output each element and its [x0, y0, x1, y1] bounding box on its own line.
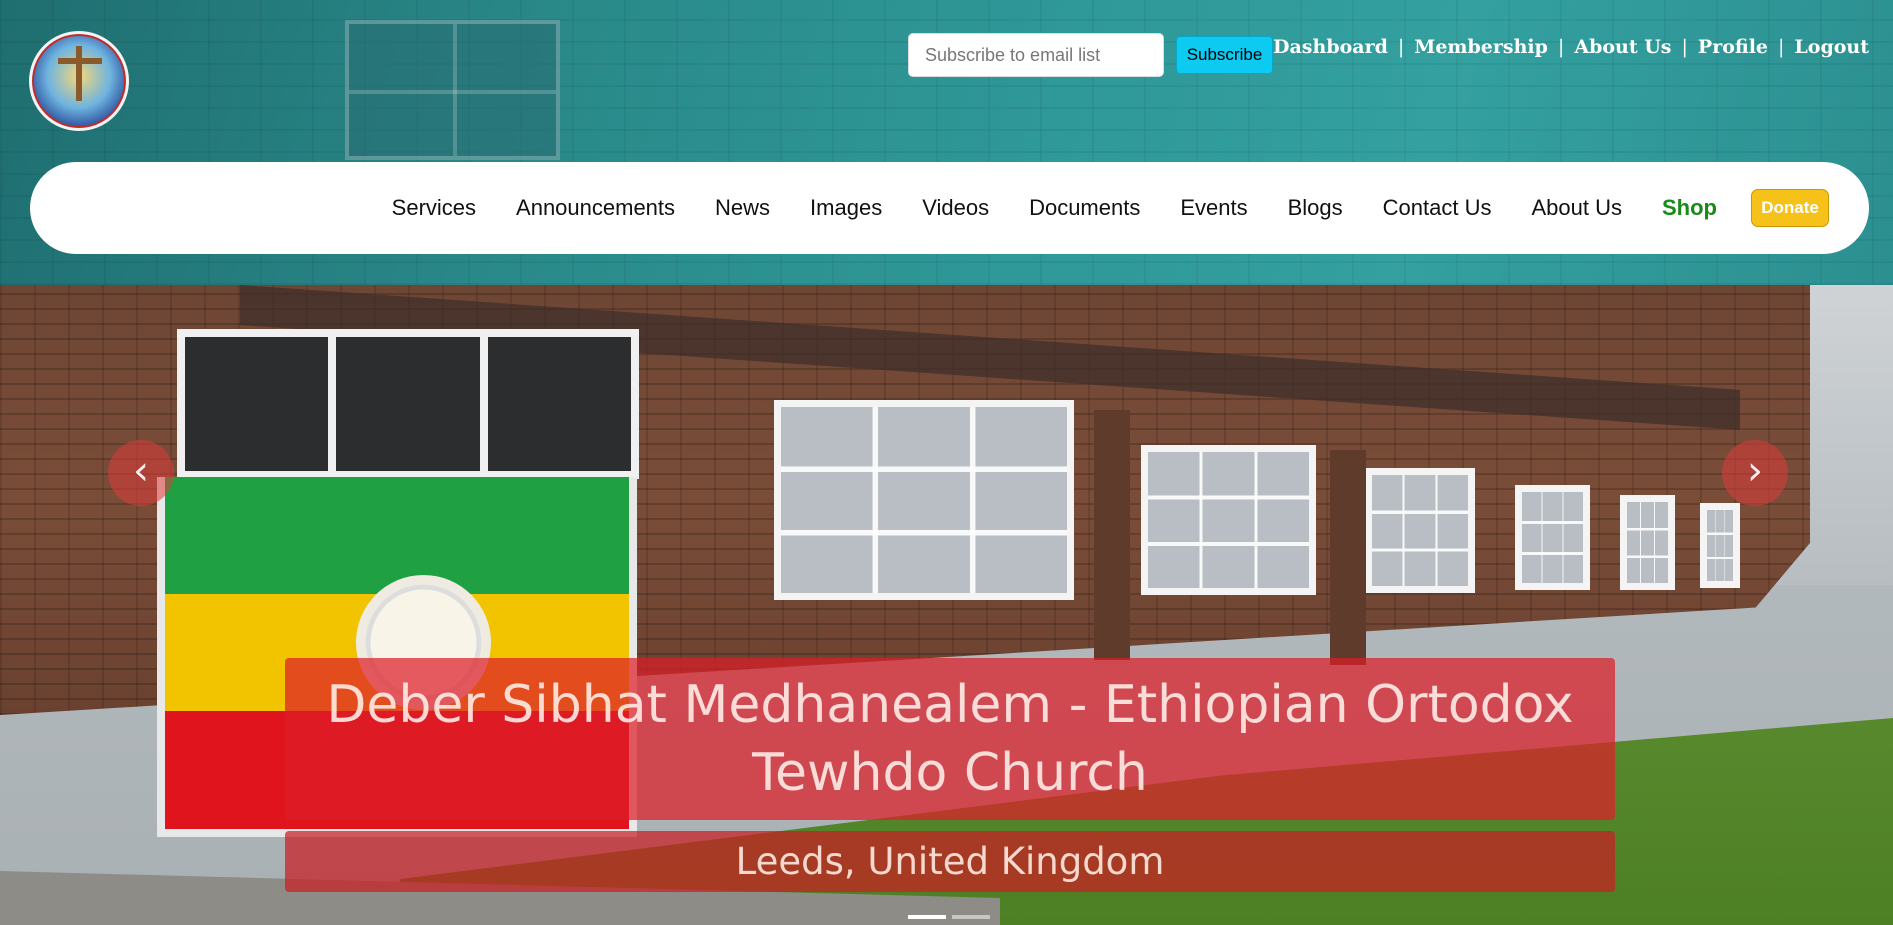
hero-title: Deber Sibhat Medhanealem - Ethiopian Ort…: [326, 675, 1574, 803]
carousel-prev-icon[interactable]: ‹: [108, 440, 174, 506]
hero-window: [1365, 468, 1475, 593]
about-us-top-link[interactable]: About Us: [1574, 36, 1671, 58]
link-separator: |: [1557, 36, 1565, 58]
nav-item-documents[interactable]: Documents: [1029, 195, 1140, 221]
link-separator: |: [1778, 36, 1785, 58]
nav-item-images[interactable]: Images: [810, 195, 882, 221]
donate-button[interactable]: Donate: [1751, 189, 1829, 227]
church-logo-icon[interactable]: [29, 31, 129, 131]
main-nav: Services Announcements News Images Video…: [30, 162, 1869, 254]
carousel-next-icon[interactable]: ›: [1722, 440, 1788, 506]
nav-item-events[interactable]: Events: [1180, 195, 1247, 221]
nav-item-videos[interactable]: Videos: [922, 195, 989, 221]
hero-pillar: [1330, 450, 1366, 665]
hero-pillar: [1094, 410, 1130, 660]
nav-item-announcements[interactable]: Announcements: [516, 195, 675, 221]
hero-carousel: ‹ ›: [0, 285, 1893, 925]
logout-link[interactable]: Logout: [1794, 36, 1869, 58]
subscribe-email-input[interactable]: [908, 33, 1164, 77]
nav-item-services[interactable]: Services: [392, 195, 476, 221]
hero-subtitle: Leeds, United Kingdom: [735, 840, 1165, 883]
carousel-indicator[interactable]: [952, 915, 990, 919]
carousel-indicators: [908, 915, 990, 919]
hero-window: [1515, 485, 1590, 590]
hero-window: [1141, 445, 1316, 595]
carousel-indicator[interactable]: [908, 915, 946, 919]
account-links: Dashboard | Membership | About Us | Prof…: [1273, 36, 1869, 58]
hero-title-box: Deber Sibhat Medhanealem - Ethiopian Ort…: [285, 658, 1615, 820]
nav-item-about-us[interactable]: About Us: [1532, 195, 1623, 221]
link-separator: |: [1681, 36, 1688, 58]
hero-door-windows: [177, 329, 639, 479]
nav-item-blogs[interactable]: Blogs: [1288, 195, 1343, 221]
hero-window: [1700, 503, 1740, 588]
site-header: Subscribe Dashboard | Membership | About…: [0, 0, 1893, 285]
header-background-window: [345, 20, 560, 160]
subscribe-button[interactable]: Subscribe: [1176, 36, 1273, 74]
membership-link[interactable]: Membership: [1414, 36, 1548, 58]
nav-item-contact-us[interactable]: Contact Us: [1383, 195, 1492, 221]
profile-link[interactable]: Profile: [1698, 36, 1768, 58]
hero-window: [774, 400, 1074, 600]
link-separator: |: [1397, 36, 1405, 58]
dashboard-link[interactable]: Dashboard: [1273, 36, 1388, 58]
nav-item-news[interactable]: News: [715, 195, 770, 221]
hero-subtitle-box: Leeds, United Kingdom: [285, 831, 1615, 892]
hero-window: [1620, 495, 1675, 590]
nav-item-shop[interactable]: Shop: [1662, 195, 1717, 221]
nav-items: Services Announcements News Images Video…: [392, 162, 1829, 254]
